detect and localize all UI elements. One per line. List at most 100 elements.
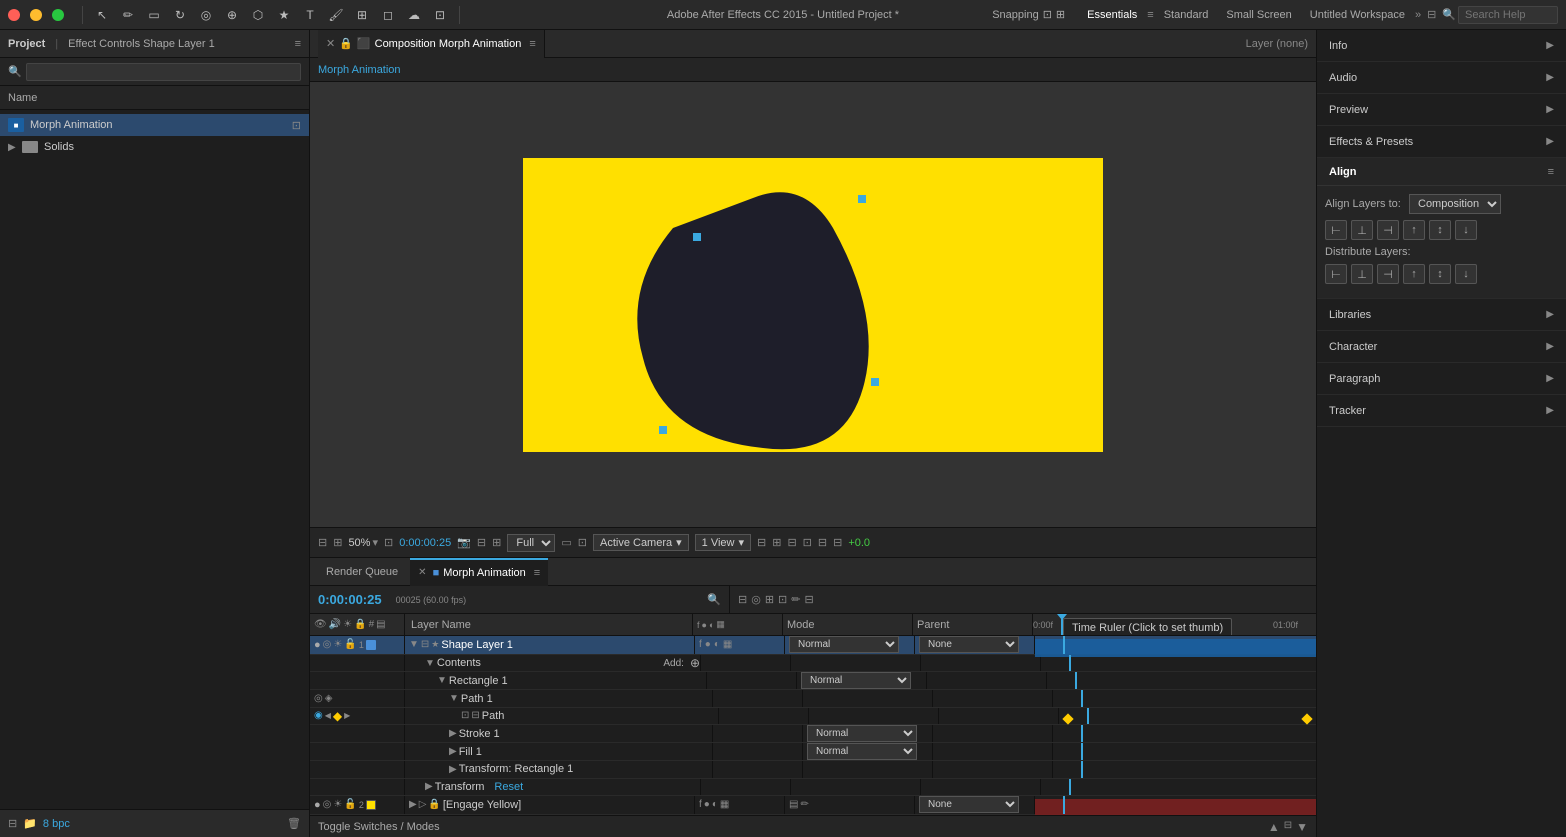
show-snapshot-icon[interactable]: ⊟ (477, 536, 486, 549)
contents-add-btn[interactable]: ⊕ (690, 656, 700, 670)
snapshot-icon[interactable]: 📷 (457, 536, 471, 549)
align-left-btn[interactable]: ⊢ (1325, 220, 1347, 240)
layer1-blend-dropdown[interactable]: Normal (789, 636, 899, 653)
character-panel-item[interactable]: Character ▶ (1317, 331, 1566, 363)
delete-icon[interactable]: 🗑 (287, 817, 301, 830)
layer2-name-cell[interactable]: ▶ ▷ 🔒 [Engage Yellow] (405, 796, 695, 814)
camera-view-dropdown[interactable]: Active Camera ▾ (593, 534, 689, 551)
layer1-mb[interactable]: ● (705, 639, 711, 650)
rulers-icon[interactable]: ⊡ (803, 536, 812, 549)
tl-motion-sketch-icon[interactable]: ✏ (791, 593, 800, 606)
layer1-timeline-bar[interactable] (1035, 636, 1316, 654)
rotate-tool[interactable]: ↻ (170, 5, 190, 25)
layer1-parent-dropdown[interactable]: None (919, 636, 1019, 653)
transform-cell[interactable]: ▶ Transform Reset (405, 779, 701, 795)
libraries-panel-item[interactable]: Libraries ▶ (1317, 299, 1566, 331)
align-v-center-btn[interactable]: ↕ (1429, 220, 1451, 240)
toggle-bar-label[interactable]: Toggle Switches / Modes (318, 821, 440, 833)
breadcrumb-morph[interactable]: Morph Animation (318, 64, 401, 76)
workspace-standard[interactable]: Standard (1156, 7, 1217, 23)
layer1-3d[interactable]: ▦ (723, 639, 732, 650)
project-item-solids[interactable]: ▶ Solids (0, 136, 309, 158)
brush-tool[interactable]: 🖌 (326, 5, 346, 25)
zoom-fit-icon[interactable]: ⊡ (384, 536, 393, 549)
layer2-3d[interactable]: ▦ (720, 799, 729, 810)
transparency-grid-icon[interactable]: ⊞ (492, 536, 501, 549)
roto-tool[interactable]: ☁ (404, 5, 424, 25)
path1-arrow[interactable]: ▼ (449, 693, 459, 704)
timeline-tab-close[interactable]: ✕ (418, 567, 426, 578)
path-prop-cell[interactable]: ⊡ ⊟ Path (405, 708, 719, 724)
path1-cell[interactable]: ▼ Path 1 (405, 690, 713, 706)
transform-reset-btn[interactable]: Reset (494, 781, 523, 793)
layer2-lock[interactable]: 🔓 (344, 799, 356, 810)
path-kf-diamond[interactable]: ◆ (333, 709, 342, 723)
zoom-dropdown-arrow[interactable]: ▾ (372, 536, 378, 549)
workspace-small-screen[interactable]: Small Screen (1218, 7, 1299, 23)
text-tool[interactable]: T (300, 5, 320, 25)
timeline-end-icon[interactable]: ⊟ (1284, 820, 1292, 834)
anchor-tool[interactable]: ⊕ (222, 5, 242, 25)
motion-blur-icon[interactable]: ⊟ (833, 536, 842, 549)
tl-graph-editor-icon[interactable]: ⊟ (804, 593, 813, 606)
workspace-essentials[interactable]: Essentials (1079, 7, 1145, 23)
align-to-dropdown[interactable]: Composition (1409, 194, 1501, 214)
morph-options-icon[interactable]: ⊡ (292, 119, 301, 132)
layer2-expand-arrow[interactable]: ▶ (409, 799, 417, 810)
path1-stopwatch[interactable]: ◎ (314, 693, 323, 704)
view-layout-dropdown[interactable]: 1 View ▾ (695, 534, 751, 551)
transform-arrow[interactable]: ▶ (425, 781, 433, 792)
handle-br[interactable] (871, 378, 879, 386)
comp-tab-menu[interactable]: ≡ (529, 38, 535, 50)
layer1-vis[interactable]: ● (314, 639, 321, 651)
snapping-icon[interactable]: ⊡ (1043, 8, 1052, 21)
rect1-cell[interactable]: ▼ Rectangle 1 (405, 672, 707, 689)
render-queue-tab[interactable]: Render Queue (318, 558, 406, 586)
selection-tool[interactable]: ↖ (92, 5, 112, 25)
timeline-ruler-header[interactable]: 0:00f 15f 30f 45f 01:00f 15f 30f 45f 02:… (1033, 614, 1316, 635)
effect-controls-tab[interactable]: Effect Controls Shape Layer 1 (68, 38, 215, 50)
panel-menu-icon[interactable]: ≡ (295, 38, 301, 50)
layer2-play[interactable]: ▷ (419, 799, 427, 810)
clone-tool[interactable]: ⊞ (352, 5, 372, 25)
effects-presets-panel-item[interactable]: Effects & Presets ▶ (1317, 126, 1566, 158)
fill1-arrow[interactable]: ▶ (449, 746, 457, 757)
align-top-btn[interactable]: ↑ (1403, 220, 1425, 240)
timeline-tab-menu[interactable]: ≡ (534, 567, 540, 579)
align-h-center-btn[interactable]: ⊥ (1351, 220, 1373, 240)
dist-right-btn[interactable]: ⊣ (1377, 264, 1399, 284)
tl-compose-icon[interactable]: ⊟ (738, 593, 747, 606)
comp-resize-icon[interactable]: ⊞ (333, 536, 342, 549)
layer1-fx[interactable]: f (699, 639, 702, 650)
align-section-menu[interactable]: ≡ (1548, 166, 1554, 178)
transform-rect-cell[interactable]: ▶ Transform: Rectangle 1 (405, 761, 713, 777)
align-right-btn[interactable]: ⊣ (1377, 220, 1399, 240)
workspace-untitled[interactable]: Untitled Workspace (1302, 7, 1413, 23)
kf-mid[interactable] (1301, 713, 1312, 724)
timeline-main-tab[interactable]: ✕ ■ Morph Animation ≡ (410, 558, 548, 586)
align-bottom-btn[interactable]: ↓ (1455, 220, 1477, 240)
rect1-arrow[interactable]: ▼ (437, 675, 447, 686)
layer1-lock[interactable]: 🔓 (344, 639, 356, 650)
new-comp-icon[interactable]: ⊟ (8, 817, 17, 830)
current-time-display[interactable]: 0:00:00:25 (318, 592, 382, 607)
handle-tr[interactable] (858, 195, 866, 203)
fill1-blend-mode[interactable]: Normal (807, 743, 917, 760)
frame-blending-icon[interactable]: ⊟ (818, 536, 827, 549)
dist-left-btn[interactable]: ⊢ (1325, 264, 1347, 284)
layer1-shy[interactable]: ⊟ (421, 639, 429, 650)
path-stopwatch-active[interactable]: ◉ (314, 710, 323, 721)
dist-top-btn[interactable]: ↑ (1403, 264, 1425, 284)
region-of-interest-icon[interactable]: ▭ (561, 536, 571, 549)
handle-tl[interactable] (693, 233, 701, 241)
contents-cell[interactable]: ▼ Contents Add: ⊕ (405, 655, 701, 671)
layer2-audio[interactable]: ◎ (323, 799, 332, 810)
layer2-timeline-bar[interactable] (1035, 796, 1316, 814)
handle-bl[interactable] (659, 426, 667, 434)
layer2-parent-dropdown[interactable]: None (919, 796, 1019, 813)
preview-panel-item[interactable]: Preview ▶ (1317, 94, 1566, 126)
rect-tool[interactable]: ▭ (144, 5, 164, 25)
new-folder-icon[interactable]: 📁 (23, 817, 37, 830)
toggle-mask-icon[interactable]: ⊡ (578, 536, 587, 549)
layer1-adj[interactable]: ◐ (714, 639, 720, 650)
